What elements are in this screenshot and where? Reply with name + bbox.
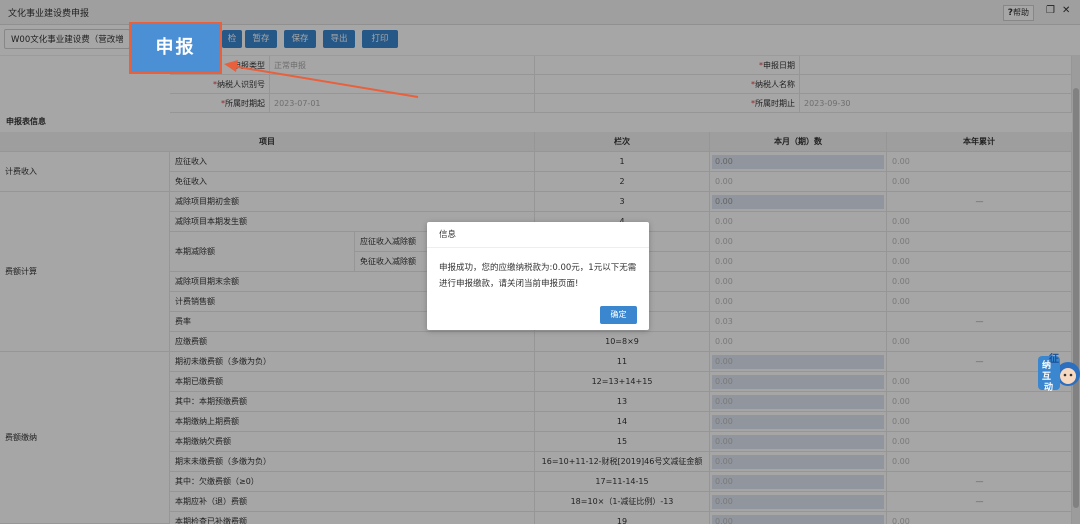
mascot-widget[interactable]: 征 纳 互 动 xyxy=(1038,350,1080,396)
mascot-text-4: 动 xyxy=(1044,383,1054,393)
annotation-arrow xyxy=(224,60,419,98)
